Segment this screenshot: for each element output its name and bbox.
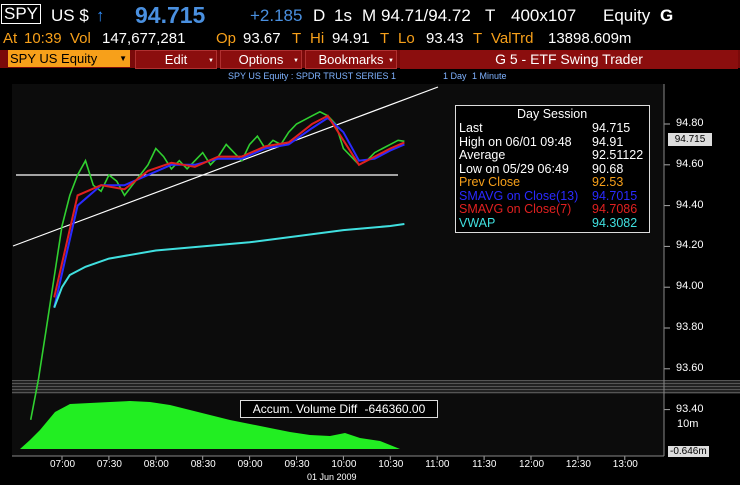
x-tick-label: 07:00 (50, 459, 76, 470)
legend-row-value: 94.7086 (592, 202, 638, 216)
legend-row-value: 90.68 (592, 161, 624, 176)
legend-row-value: 94.91 (592, 134, 624, 149)
accum-volume-value: -646360.00 (364, 402, 426, 416)
legend-row-label: Last (459, 121, 483, 135)
y-tick-label: 94.20 (676, 239, 704, 252)
x-tick-label: 08:00 (143, 459, 169, 470)
y-tick-label: 94.80 (676, 117, 704, 129)
day-session-legend: Day Session Last 94.715 High on 06/01 09:4… (455, 105, 650, 233)
legend-row-label: SMAVG on Close(7) (459, 202, 572, 216)
legend-row-label: Low on 05/29 06:49 (459, 161, 569, 176)
legend-row-value: 92.51122 (592, 148, 644, 162)
legend-row-label: SMAVG on Close(13) (459, 188, 579, 203)
x-tick-label: 12:00 (519, 459, 545, 470)
legend-row-label: Prev Close (459, 175, 521, 189)
x-tick-label: 11:00 (425, 459, 450, 470)
volume-axis-top: 10m (677, 418, 699, 430)
volume-axis-bottom: -0.646m (668, 446, 709, 457)
series-smavg-on-close-7- (53, 114, 405, 298)
y-tick-label: 94.60 (676, 157, 704, 170)
accum-volume-box: Accum. Volume Diff -646360.00 (240, 400, 438, 418)
x-tick-label: 11:30 (472, 459, 497, 470)
y-tick-label: 94.40 (676, 198, 704, 211)
date-label: 01 Jun 2009 (307, 472, 357, 482)
legend-row-value: 92.53 (592, 175, 624, 189)
y-tick-label: 93.80 (676, 321, 704, 333)
series-vwap (53, 223, 405, 308)
series-smavg-on-close-13- (53, 116, 405, 308)
legend-title: Day Session (517, 107, 588, 121)
x-tick-label: 12:30 (565, 459, 591, 470)
last-price-tag: 94.715 (668, 133, 712, 146)
x-tick-label: 08:30 (190, 459, 216, 470)
trend-line (12, 86, 439, 247)
x-tick-label: 07:30 (96, 459, 122, 470)
legend-row-value: 94.715 (592, 121, 631, 135)
legend-row-value: 94.3082 (592, 215, 638, 230)
legend-row-value: 94.7015 (592, 188, 638, 203)
legend-row-label: Average (459, 148, 506, 162)
y-tick-label: 93.40 (676, 402, 704, 415)
x-tick-label: 13:00 (612, 459, 638, 470)
x-tick-label: 09:00 (237, 459, 263, 470)
y-tick-label: 94.00 (676, 280, 704, 293)
x-tick-label: 10:00 (331, 459, 357, 470)
y-tick-label: 93.60 (676, 361, 704, 374)
legend-row-label: High on 06/01 09:48 (459, 134, 572, 149)
x-tick-label: 09:30 (284, 459, 310, 470)
x-tick-label: 10:30 (378, 459, 404, 470)
legend-row-label: VWAP (459, 215, 496, 230)
accum-volume-label: Accum. Volume Diff (252, 402, 358, 416)
